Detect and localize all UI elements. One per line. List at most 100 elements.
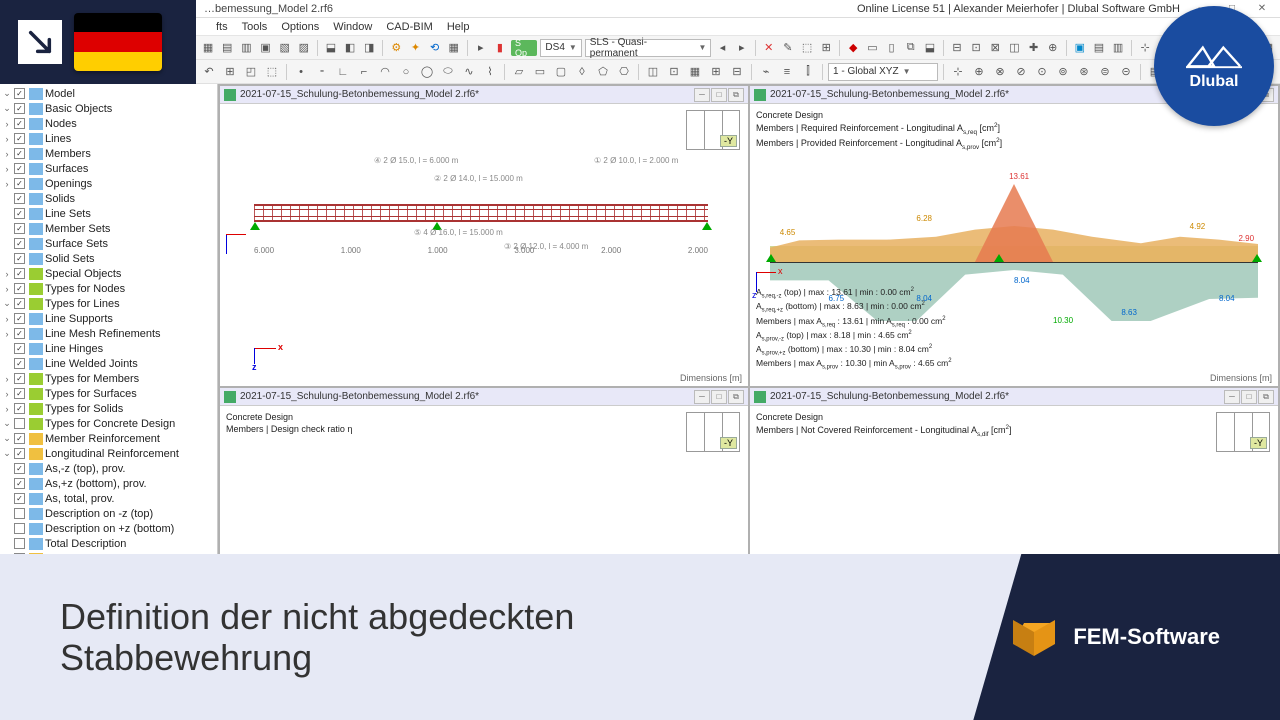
tb-icon[interactable]: ▱ xyxy=(510,63,528,81)
view-max-button[interactable]: □ xyxy=(711,390,727,404)
tree-row[interactable]: ›Types for Nodes xyxy=(0,281,217,296)
tb-icon[interactable]: ⟲ xyxy=(427,39,443,57)
tb-icon[interactable]: ◫ xyxy=(1006,39,1022,57)
tb-icon[interactable]: ▦ xyxy=(686,63,704,81)
menu-item[interactable]: Tools xyxy=(242,21,268,33)
tree-row[interactable]: Description on +z (bottom) xyxy=(0,521,217,536)
tb-icon[interactable]: ▯ xyxy=(884,39,900,57)
view-min-button[interactable]: ─ xyxy=(1224,390,1240,404)
tb-icon[interactable]: ⊕ xyxy=(1045,39,1061,57)
menu-item[interactable]: Help xyxy=(447,21,470,33)
tree-row[interactable]: ⌄Model xyxy=(0,86,217,101)
tree-row[interactable]: Line Welded Joints xyxy=(0,356,217,371)
tb-icon[interactable]: ◆ xyxy=(845,39,861,57)
tree-row[interactable]: ›Lines xyxy=(0,131,217,146)
tb-icon[interactable]: ▣ xyxy=(1072,39,1088,57)
combo-coord[interactable]: 1 - Global XYZ▼ xyxy=(828,63,938,81)
combo-dataset[interactable]: DS4▼ xyxy=(540,39,581,57)
tree-row[interactable]: Surface Sets xyxy=(0,236,217,251)
tb-icon[interactable]: ≡ xyxy=(778,63,796,81)
view-min-button[interactable]: ─ xyxy=(694,390,710,404)
tree-row[interactable]: ›Nodes xyxy=(0,116,217,131)
tree-row[interactable]: ⌄Basic Objects xyxy=(0,101,217,116)
tree-row[interactable]: Solids xyxy=(0,191,217,206)
tb-icon[interactable]: ⫿ xyxy=(799,63,817,81)
tree-row[interactable]: ›Line Mesh Refinements xyxy=(0,326,217,341)
close-button[interactable]: ✕ xyxy=(1248,2,1276,16)
tb-icon[interactable]: ⊟ xyxy=(949,39,965,57)
tb-icon[interactable]: ▭ xyxy=(864,39,880,57)
tree-row[interactable]: ›Types for Surfaces xyxy=(0,386,217,401)
tree-row[interactable]: Member Sets xyxy=(0,221,217,236)
tb-icon[interactable]: ▨ xyxy=(296,39,312,57)
tb-icon[interactable]: ▸ xyxy=(734,39,750,57)
tb-icon[interactable]: ⧉ xyxy=(903,39,919,57)
tb-icon[interactable]: ✕ xyxy=(761,39,777,57)
tree-row[interactable]: ›Members xyxy=(0,146,217,161)
tb-icon[interactable]: ⊛ xyxy=(1075,63,1093,81)
menu-item[interactable]: fts xyxy=(216,21,228,33)
tb-icon[interactable]: ⬠ xyxy=(594,63,612,81)
tb-icon[interactable]: ⊝ xyxy=(1117,63,1135,81)
tb-icon[interactable]: ⊕ xyxy=(970,63,988,81)
tb-icon[interactable]: ◯ xyxy=(418,63,436,81)
tree-row[interactable]: Description on -z (top) xyxy=(0,506,217,521)
tb-icon[interactable]: ▢ xyxy=(552,63,570,81)
tree-row[interactable]: ›Special Objects xyxy=(0,266,217,281)
combo-load[interactable]: SLS - Quasi-permanent▼ xyxy=(585,39,712,57)
tree-row[interactable]: ⌄Types for Lines xyxy=(0,296,217,311)
tb-icon[interactable]: • xyxy=(292,63,310,81)
tb-icon[interactable]: ⊡ xyxy=(968,39,984,57)
tb-icon[interactable]: ⎔ xyxy=(615,63,633,81)
tb-icon[interactable]: ⌁ xyxy=(757,63,775,81)
orientation-cube[interactable]: -Y xyxy=(686,412,740,452)
tb-icon[interactable]: ⊹ xyxy=(949,63,967,81)
tb-icon[interactable]: ⊞ xyxy=(221,63,239,81)
view-min-button[interactable]: ─ xyxy=(694,88,710,102)
tb-icon[interactable]: ⚙ xyxy=(388,39,404,57)
tb-icon[interactable]: ⬚ xyxy=(263,63,281,81)
tb-icon[interactable]: ▤ xyxy=(1091,39,1107,57)
tb-icon[interactable]: ▮ xyxy=(492,39,508,57)
tb-icon[interactable]: ✦ xyxy=(407,39,423,57)
tree-row[interactable]: Line Hinges xyxy=(0,341,217,356)
tb-icon[interactable]: ▦ xyxy=(200,39,216,57)
menu-item[interactable]: Options xyxy=(281,21,319,33)
view-close-button[interactable]: ⧉ xyxy=(1258,390,1274,404)
menu-item[interactable]: CAD-BIM xyxy=(386,21,432,33)
view-max-button[interactable]: □ xyxy=(711,88,727,102)
tb-icon[interactable]: ▸ xyxy=(473,39,489,57)
tb-icon[interactable]: ◫ xyxy=(644,63,662,81)
tb-icon[interactable]: ▥ xyxy=(238,39,254,57)
tb-icon[interactable]: ⊙ xyxy=(1033,63,1051,81)
tb-icon[interactable]: ◠ xyxy=(376,63,394,81)
tb-icon[interactable]: ⬓ xyxy=(922,39,938,57)
tb-icon[interactable]: ⌐ xyxy=(355,63,373,81)
tb-icon[interactable]: ⊜ xyxy=(1096,63,1114,81)
tb-icon[interactable]: ⊞ xyxy=(707,63,725,81)
tb-icon[interactable]: ○ xyxy=(397,63,415,81)
tb-icon[interactable]: ◂ xyxy=(714,39,730,57)
tb-icon[interactable]: ▦ xyxy=(446,39,462,57)
orientation-cube[interactable]: -Y xyxy=(1216,412,1270,452)
orientation-cube[interactable]: -Y xyxy=(686,110,740,150)
tree-row[interactable]: ›Surfaces xyxy=(0,161,217,176)
tb-icon[interactable]: ✎ xyxy=(780,39,796,57)
tb-icon[interactable]: ∿ xyxy=(460,63,478,81)
tree-row[interactable]: Total Description xyxy=(0,536,217,551)
tb-icon[interactable]: ⊘ xyxy=(1012,63,1030,81)
tree-row[interactable]: ›Types for Solids xyxy=(0,401,217,416)
tree-row[interactable]: ›Openings xyxy=(0,176,217,191)
tb-icon[interactable]: ▧ xyxy=(277,39,293,57)
tb-icon[interactable]: ⬓ xyxy=(323,39,339,57)
tb-icon[interactable]: ⬭ xyxy=(439,63,457,81)
tree-row[interactable]: ›Line Supports xyxy=(0,311,217,326)
tb-icon[interactable]: ⊡ xyxy=(665,63,683,81)
view-max-button[interactable]: □ xyxy=(1241,390,1257,404)
tb-icon[interactable]: ↶ xyxy=(200,63,218,81)
tb-icon[interactable]: ▥ xyxy=(1110,39,1126,57)
tb-icon[interactable]: ▭ xyxy=(531,63,549,81)
tb-icon[interactable]: ✚ xyxy=(1025,39,1041,57)
tb-icon[interactable]: ⁃ xyxy=(313,63,331,81)
tb-icon[interactable]: ▣ xyxy=(257,39,273,57)
